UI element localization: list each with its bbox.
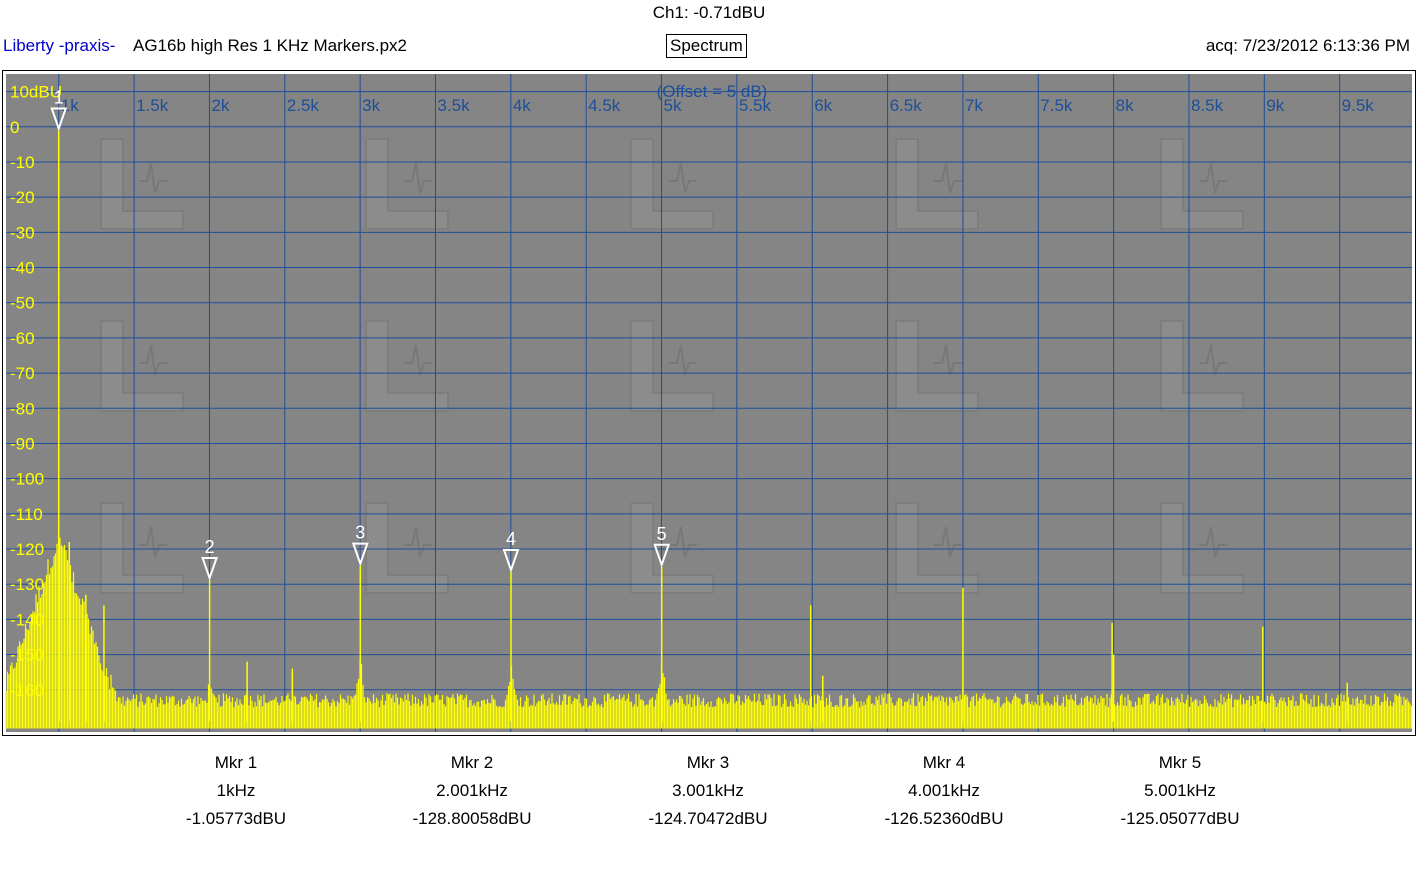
spectrum-plot-frame[interactable]: 1k 1.5k 2k 2.5k 3k 3.5k 4k 4.5k 5k 5.5k 6k 6.5k 7k 7.… [2,70,1416,736]
marker-readout-5: Mkr 5 5.001kHz -125.05077dBU [1070,749,1290,833]
marker-label: 1 [54,88,64,108]
y-tick-label: -100 [10,470,44,489]
x-tick-label: 7.5k [1040,96,1073,115]
marker-readout-1: Mkr 1 1kHz -1.05773dBU [126,749,346,833]
x-tick-label: 4.5k [588,96,621,115]
marker-freq: 4.001kHz [908,781,980,800]
marker-name: Mkr 1 [214,753,258,772]
x-tick-label: 6.5k [890,96,923,115]
y-tick-label: -60 [10,329,35,348]
x-tick-label: 8k [1116,96,1134,115]
x-tick-label: 2.5k [287,96,320,115]
x-tick-label: 3.5k [437,96,470,115]
y-tick-label: -70 [10,364,35,383]
spectrum-plot[interactable]: 1k 1.5k 2k 2.5k 3k 3.5k 4k 4.5k 5k 5.5k 6k 6.5k 7k 7.… [3,71,1415,735]
y-tick-label: -20 [10,188,35,207]
y-tick-label: -10 [10,153,35,172]
marker-label: 4 [506,529,516,549]
marker-level: -128.80058dBU [412,809,532,828]
marker-name: Mkr 3 [686,753,730,772]
marker-freq: 1kHz [216,781,256,800]
marker-label: 5 [657,524,667,544]
x-tick-label: 8.5k [1191,96,1224,115]
y-tick-label: -40 [10,259,35,278]
channel-readout: Ch1: -0.71dBU [652,3,766,22]
marker-freq: 3.001kHz [672,781,744,800]
marker-name: Mkr 2 [450,753,494,772]
y-tick-label: -30 [10,223,35,242]
y-tick-label: -120 [10,540,44,559]
x-tick-label: 9.5k [1342,96,1375,115]
marker-level: -126.52360dBU [884,809,1004,828]
file-name: AG16b high Res 1 KHz Markers.px2 [133,36,408,55]
marker-freq: 5.001kHz [1144,781,1216,800]
x-tick-label: 3k [362,96,380,115]
y-tick-label: 0 [10,118,19,137]
marker-readout-4: Mkr 4 4.001kHz -126.52360dBU [834,749,1054,833]
marker-level: -1.05773dBU [185,809,287,828]
y-tick-label: -140 [10,610,44,629]
marker-label: 2 [205,537,215,557]
marker-level: -124.70472dBU [648,809,768,828]
brand-label: Liberty -praxis- [3,36,116,55]
marker-name: Mkr 4 [922,753,966,772]
marker-level: -125.05077dBU [1120,809,1240,828]
x-tick-label: 4k [513,96,531,115]
marker-name: Mkr 5 [1158,753,1202,772]
y-tick-label: -130 [10,575,44,594]
mode-badge[interactable]: Spectrum [666,34,747,58]
marker-freq: 2.001kHz [436,781,508,800]
y-tick-label: -110 [10,505,43,524]
x-tick-label: 9k [1266,96,1284,115]
y-tick-label: -150 [10,646,44,665]
marker-label: 3 [355,523,365,543]
y-tick-label: -80 [10,399,35,418]
y-tick-label: -50 [10,294,35,313]
acquisition-timestamp: acq: 7/23/2012 6:13:36 PM [1205,36,1410,55]
x-tick-label: 2k [211,96,229,115]
offset-annotation: (Offset = 5 dB) [657,82,768,101]
x-tick-label: 7k [965,96,983,115]
marker-readout-2: Mkr 2 2.001kHz -128.80058dBU [362,749,582,833]
x-tick-label: 6k [814,96,832,115]
y-tick-label: -160 [10,681,44,700]
y-tick-label: -90 [10,434,35,453]
marker-readout-3: Mkr 3 3.001kHz -124.70472dBU [598,749,818,833]
x-tick-label: 1.5k [136,96,169,115]
